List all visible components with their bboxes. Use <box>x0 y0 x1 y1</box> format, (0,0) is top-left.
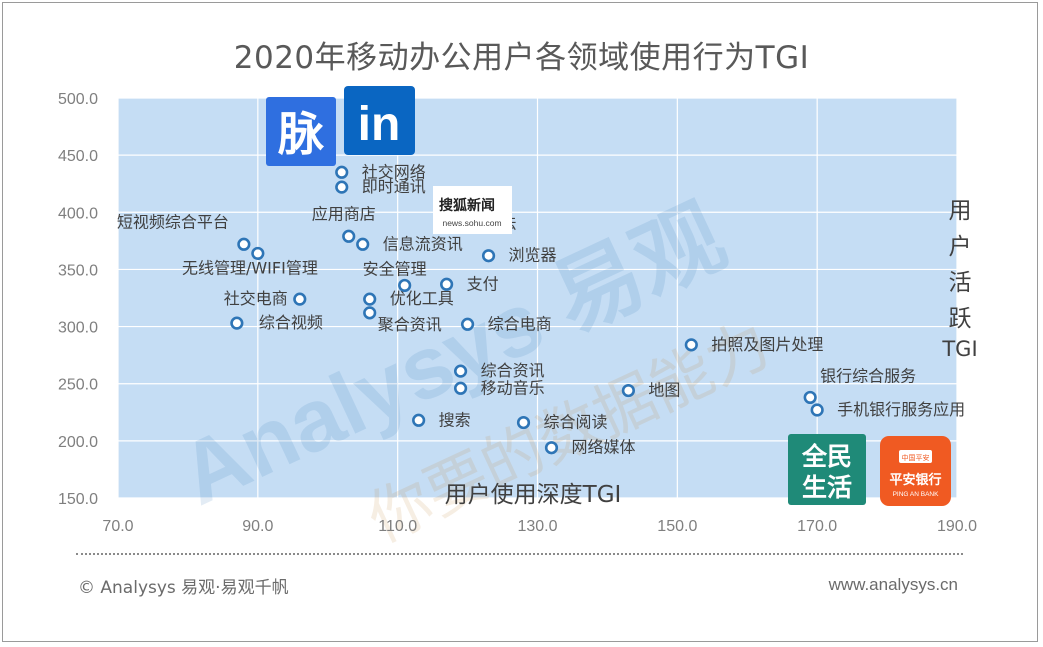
data-label: 综合视频 <box>259 313 323 332</box>
data-point <box>237 237 251 251</box>
data-point <box>803 390 817 405</box>
sohu-news-logo: 搜狐新闻 news.sohu.com <box>433 186 512 234</box>
pingan-logo-text: 平安银行 <box>889 472 941 488</box>
data-point <box>621 383 635 398</box>
data-label: 聚合资讯 <box>378 315 442 334</box>
data-point <box>363 292 377 306</box>
footer-website: www.analysys.cn <box>828 575 958 594</box>
y-tick-label: 300.0 <box>58 320 98 337</box>
data-point <box>684 338 698 352</box>
data-point <box>453 364 468 378</box>
data-label: 安全管理 <box>363 259 427 278</box>
data-point <box>342 229 356 243</box>
y-tick-label: 400.0 <box>58 205 98 222</box>
x-axis-label: 用户使用深度TGI <box>445 482 622 508</box>
y-axis-label-char: 户 <box>949 234 972 260</box>
data-point <box>335 165 349 179</box>
footer-source: © Analysys 易观·易观千帆 <box>78 578 289 598</box>
data-point <box>810 403 824 417</box>
data-point <box>230 316 244 330</box>
data-label: 短视频综合平台 <box>117 212 229 231</box>
y-tick-label: 450.0 <box>58 148 98 165</box>
x-tick-label: 130.0 <box>517 518 557 535</box>
pingan-logo-subtext: PING AN BANK <box>893 491 940 498</box>
quanmin-shenghuo-logo: 全民 生活 <box>788 434 866 505</box>
data-point <box>356 237 370 251</box>
scatter-chart: Analysys 易观 你要的数据能力 70.0 90.0 110.0 130.0 15… <box>58 86 978 556</box>
data-point <box>412 413 426 427</box>
data-label: 优化工具 <box>390 289 454 308</box>
y-tick-label: 350.0 <box>58 262 98 279</box>
sohu-logo-url: news.sohu.com <box>442 218 501 228</box>
sohu-logo-text: 搜狐新闻 <box>439 197 495 214</box>
data-label: 网络媒体 <box>571 438 635 457</box>
data-point <box>460 317 475 331</box>
data-point <box>544 441 559 455</box>
data-label: 搜索 <box>439 410 471 429</box>
data-point <box>293 292 307 306</box>
y-tick-label: 250.0 <box>58 377 98 394</box>
data-label: 应用商店 <box>312 204 376 223</box>
y-axis-label-unit: TGI <box>941 337 977 361</box>
data-label: 支付 <box>467 274 499 293</box>
data-label: 手机银行服务应用 <box>837 400 965 419</box>
data-label: 移动音乐 <box>481 378 545 397</box>
data-label: 无线管理/WIFI管理 <box>182 258 318 277</box>
data-label: 浏览器 <box>509 246 557 265</box>
data-label: 银行综合服务 <box>820 366 916 385</box>
data-label: 综合电商 <box>488 314 552 333</box>
data-label: 拍照及图片处理 <box>711 335 823 354</box>
data-point <box>251 246 265 261</box>
y-tick-label: 500.0 <box>58 91 98 108</box>
y-tick-label: 150.0 <box>58 491 98 508</box>
data-point <box>363 306 377 320</box>
data-point <box>516 415 531 430</box>
maimai-logo-text: 脉 <box>278 107 325 161</box>
data-label: 信息流资讯 <box>383 234 463 253</box>
data-point <box>481 249 496 263</box>
data-label: 社交电商 <box>224 289 288 308</box>
quanmin-logo-text-bottom: 生活 <box>802 473 852 502</box>
data-label: 地图 <box>648 381 680 400</box>
data-label: 综合阅读 <box>544 413 608 432</box>
pingan-bank-logo: 中国平安 平安银行 PING AN BANK <box>880 436 951 506</box>
pingan-logo-badge: 中国平安 <box>902 453 930 462</box>
footer-divider <box>76 553 963 555</box>
data-point <box>335 180 349 194</box>
y-axis-label-char: 用 <box>949 198 972 224</box>
maimai-logo: 脉 <box>266 97 336 166</box>
x-tick-label: 170.0 <box>797 518 837 535</box>
x-tick-label: 90.0 <box>242 518 273 535</box>
data-point <box>453 381 468 395</box>
data-label: 综合资讯 <box>481 361 545 380</box>
linkedin-logo: in <box>344 86 415 155</box>
y-tick-label: 200.0 <box>58 434 98 451</box>
x-tick-label: 150.0 <box>657 518 697 535</box>
data-point <box>440 277 454 291</box>
x-tick-label: 70.0 <box>102 518 133 535</box>
linkedin-logo-text: in <box>358 98 401 151</box>
y-axis-label-char: 跃 <box>949 306 972 332</box>
x-tick-label: 110.0 <box>378 518 417 535</box>
x-tick-label: 190.0 <box>937 518 977 535</box>
quanmin-logo-text-top: 全民 <box>801 442 852 471</box>
data-label: 即时通讯 <box>362 177 426 196</box>
y-axis-label-char: 活 <box>949 270 972 296</box>
